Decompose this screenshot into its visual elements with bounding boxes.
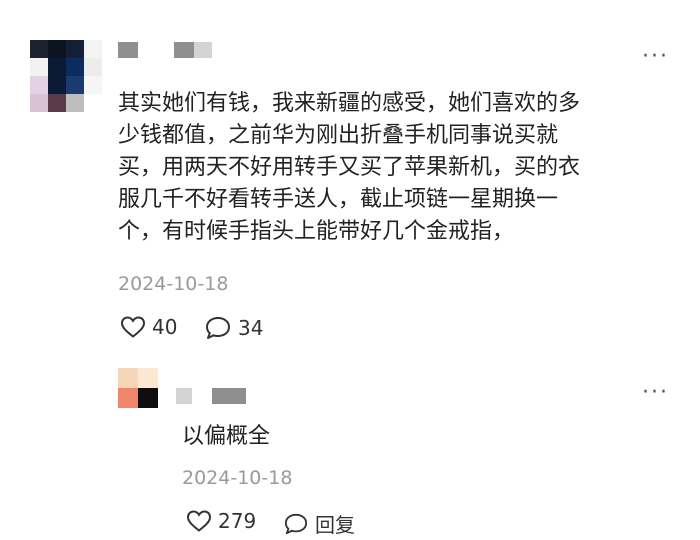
- replier-avatar[interactable]: [118, 368, 158, 408]
- heart-icon: [186, 510, 212, 532]
- reply-date: 2024-10-18: [182, 467, 293, 489]
- comment-like-button[interactable]: 40: [120, 315, 177, 339]
- avatar-pixel: [118, 368, 138, 388]
- avatar-pixel: [48, 58, 66, 76]
- avatar-pixel: [66, 76, 84, 94]
- avatar-pixel: [66, 58, 84, 76]
- avatar-pixel: [48, 94, 66, 112]
- reply-reply-label: 回复: [315, 513, 355, 537]
- commenter-badge-redacted: [194, 42, 212, 58]
- avatar-pixel: [84, 40, 102, 58]
- replier-name-redacted[interactable]: [176, 388, 192, 404]
- avatar-pixel: [138, 368, 158, 388]
- avatar-pixel: [30, 40, 48, 58]
- comment-reply-count: 34: [238, 316, 264, 340]
- avatar-pixel: [84, 76, 102, 94]
- commenter-name-redacted[interactable]: [118, 42, 138, 58]
- comment-reply-button[interactable]: 34: [204, 315, 263, 341]
- comment-date: 2024-10-18: [118, 273, 229, 295]
- reply-like-count: 279: [218, 509, 257, 533]
- avatar-pixel: [30, 94, 48, 112]
- avatar-pixel: [84, 94, 102, 112]
- avatar-pixel: [138, 388, 158, 408]
- avatar-pixel: [30, 76, 48, 94]
- heart-icon: [120, 316, 146, 338]
- speech-bubble-icon: [206, 317, 230, 339]
- avatar-pixel: [48, 40, 66, 58]
- avatar-pixel: [48, 76, 66, 94]
- commenter-avatar[interactable]: [30, 40, 102, 112]
- reply-like-button[interactable]: 279: [186, 509, 256, 533]
- avatar-pixel: [84, 58, 102, 76]
- comment-more-button[interactable]: ···: [642, 46, 669, 68]
- comment-like-count: 40: [152, 315, 178, 339]
- avatar-pixel: [118, 388, 138, 408]
- reply-text: 以偏概全: [182, 424, 271, 449]
- commenter-name-redacted-2[interactable]: [174, 42, 194, 58]
- avatar-pixel: [66, 40, 84, 58]
- avatar-pixel: [66, 94, 84, 112]
- reply-more-button[interactable]: ···: [642, 382, 669, 404]
- avatar-pixel: [30, 58, 48, 76]
- reply-reply-button[interactable]: 回复: [283, 509, 355, 538]
- comment-text: 其实她们有钱，我来新疆的感受，她们喜欢的多 少钱都值，之前华为刚出折叠手机同事说…: [118, 91, 581, 244]
- speech-bubble-icon: [284, 513, 308, 534]
- replier-name-redacted-2[interactable]: [212, 388, 246, 404]
